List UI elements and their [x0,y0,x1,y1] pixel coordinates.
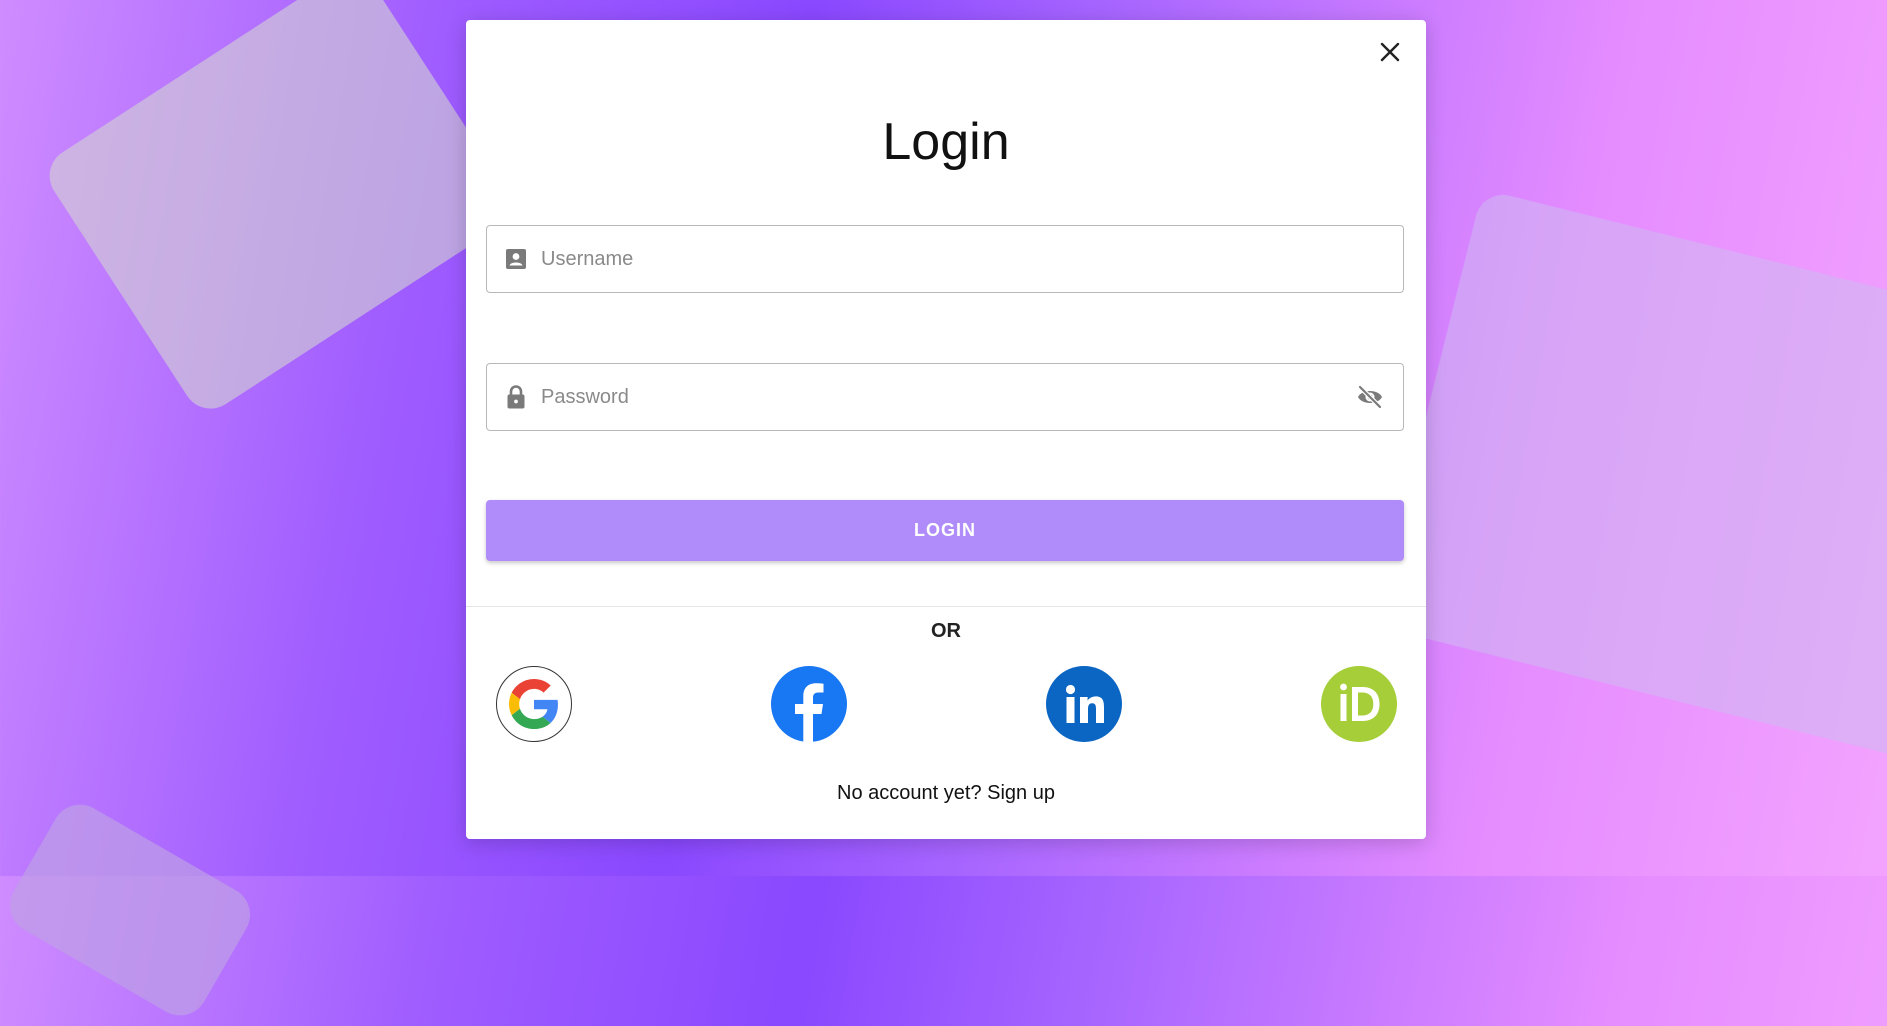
close-button[interactable] [1374,36,1406,68]
facebook-login-button[interactable] [771,666,847,742]
background-card [38,0,522,420]
lock-icon [503,384,529,410]
account-box-icon [503,246,529,272]
background-card [0,794,261,1026]
google-login-button[interactable] [496,666,572,742]
password-field[interactable] [486,363,1404,431]
signup-prompt-text: No account yet? [837,782,982,804]
signup-prompt: No account yet? Sign up [466,782,1426,805]
or-label: OR [900,609,992,653]
page-title: Login [882,113,1010,171]
divider [466,606,1426,607]
facebook-icon [795,683,824,742]
orcid-icon [1340,683,1380,721]
eye-off-icon[interactable] [1355,382,1385,412]
background-card [1373,188,1887,762]
username-field[interactable] [486,225,1404,293]
orcid-login-button[interactable] [1321,666,1397,742]
login-button[interactable]: LOGIN [486,500,1404,561]
password-input[interactable] [539,363,1355,431]
login-dialog: Login Username LOGIN OR No account yet? … [466,20,1426,839]
signup-link[interactable]: Sign up [987,782,1055,804]
linkedin-icon [1065,684,1104,723]
close-icon [1380,42,1400,62]
linkedin-login-button[interactable] [1046,666,1122,742]
google-icon [509,679,558,729]
username-input[interactable] [539,225,1403,293]
